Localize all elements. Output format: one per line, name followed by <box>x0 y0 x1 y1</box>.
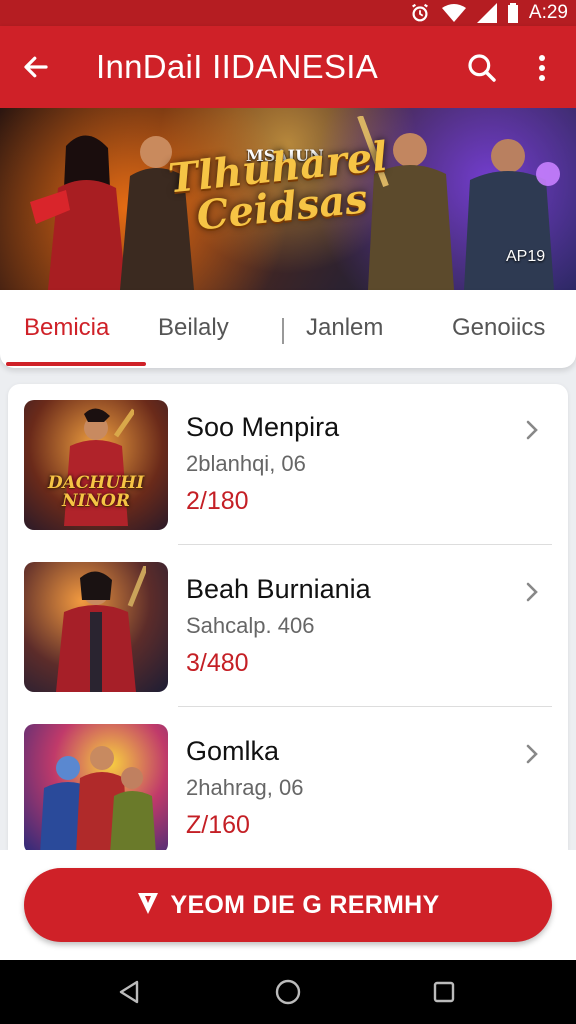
tab-janlem[interactable]: Janlem <box>306 314 383 342</box>
signal-icon <box>476 3 497 23</box>
arrow-back-icon[interactable] <box>18 49 54 85</box>
game-thumbnail <box>24 724 168 850</box>
list-item[interactable]: Gomlka 2hahrag, 06 Z/160 <box>8 708 568 850</box>
game-price: 3/480 <box>186 649 249 677</box>
home-circle-icon[interactable] <box>270 974 306 1010</box>
category-tabs: Bemicia Beilaly Janlem Genoiics <box>0 290 576 368</box>
app-bar: InnDaiI IIDANESIA <box>0 26 576 108</box>
thumbnail-title: DACHUHI NINOR <box>47 473 145 511</box>
list-divider <box>178 544 552 545</box>
game-title: Soo Menpira <box>186 412 340 442</box>
promo-banner[interactable]: MSAIUN Tlhuharel Ceidsas AP19 <box>0 108 576 290</box>
cta-label: YEOM DIE G RERMHY <box>170 890 440 919</box>
back-triangle-icon[interactable] <box>112 974 148 1010</box>
chevron-right-icon[interactable] <box>520 418 544 442</box>
chevron-right-icon[interactable] <box>520 742 544 766</box>
app-title: InnDaiI IIDANESIA <box>96 48 379 85</box>
wifi-icon <box>441 3 467 23</box>
game-thumbnail <box>24 562 168 692</box>
tab-bemicia[interactable]: Bemicia <box>24 314 109 342</box>
system-nav-bar <box>0 960 576 1024</box>
status-time: A:29 <box>528 2 568 23</box>
battery-icon <box>507 3 519 23</box>
tab-beilaly[interactable]: Beilaly <box>158 314 229 342</box>
game-subtitle: 2blanhqi, 06 <box>186 451 306 476</box>
game-title: Beah Burniania <box>186 574 371 604</box>
game-title: Gomlka <box>186 736 280 766</box>
list-item[interactable]: DACHUHI NINOR Soo Menpira 2blanhqi, 06 2… <box>8 384 568 546</box>
search-icon[interactable] <box>462 48 502 88</box>
game-price: Z/160 <box>186 811 250 839</box>
alarm-icon <box>409 2 431 24</box>
banner-badge: AP19 <box>506 248 546 265</box>
game-subtitle: Sahcalp. 406 <box>186 613 315 638</box>
primary-cta-button[interactable]: YEOM DIE G RERMHY <box>24 868 552 942</box>
tab-divider <box>282 318 284 344</box>
status-bar: A:29 <box>0 0 576 26</box>
more-vert-icon[interactable] <box>526 48 558 88</box>
list-item[interactable]: Beah Burniania Sahcalp. 406 3/480 <box>8 546 568 708</box>
chevron-right-icon[interactable] <box>520 580 544 604</box>
recents-square-icon[interactable] <box>426 974 462 1010</box>
game-list: DACHUHI NINOR Soo Menpira 2blanhqi, 06 2… <box>8 384 568 850</box>
game-subtitle: 2hahrag, 06 <box>186 775 304 800</box>
shield-icon <box>136 890 160 921</box>
game-thumbnail: DACHUHI NINOR <box>24 400 168 530</box>
active-tab-indicator <box>6 362 146 366</box>
list-divider <box>178 706 552 707</box>
game-price: 2/180 <box>186 487 249 515</box>
tab-genoiics[interactable]: Genoiics <box>452 314 545 342</box>
